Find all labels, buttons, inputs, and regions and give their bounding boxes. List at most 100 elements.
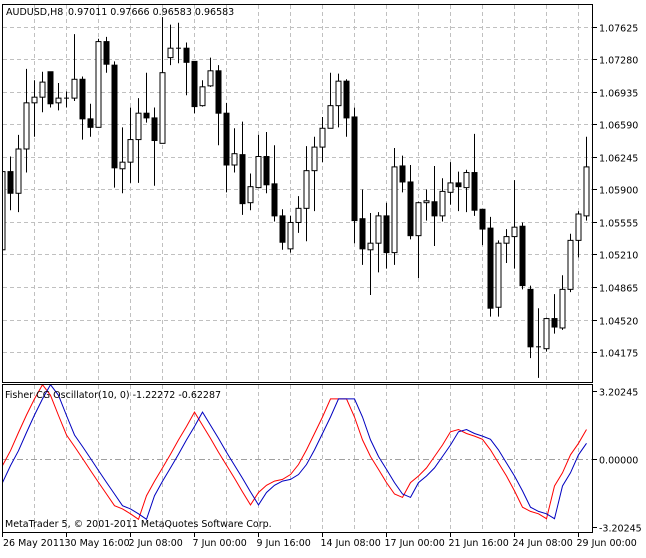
candle-body-bull	[567, 239, 574, 290]
candle-body-bull	[15, 148, 22, 194]
time-tick-label: 29 Jun 00:00	[577, 538, 637, 549]
time-tick-label: 24 Jun 08:00	[513, 538, 573, 549]
candle	[343, 79, 350, 137]
price-tick-label: 1.04865	[599, 284, 638, 295]
candle	[15, 134, 22, 213]
price-tick-label: 1.07280	[599, 56, 638, 67]
symbol-label: AUDUSD,H8	[6, 7, 63, 18]
candle	[503, 229, 510, 263]
candle	[111, 61, 118, 188]
candle-body-bull	[231, 153, 238, 166]
fisher-line	[3, 385, 587, 521]
candle	[575, 211, 582, 258]
candle-body-bull	[543, 318, 550, 350]
candle-body-bull	[207, 70, 214, 87]
candle-body-bull	[327, 105, 334, 129]
candle-body-bear	[551, 318, 558, 328]
candle	[176, 22, 181, 64]
candle-body-bull	[559, 288, 566, 329]
candle	[239, 121, 246, 215]
candle-body-bear	[87, 118, 94, 128]
candle	[55, 83, 62, 111]
time-tick-label: 17 Jun 00:00	[385, 538, 445, 549]
candle	[511, 180, 518, 269]
candle	[119, 127, 126, 194]
candle	[471, 133, 478, 216]
candle-body-bull	[135, 112, 142, 141]
time-tick-label: 26 May 2011	[3, 538, 65, 549]
candle	[295, 196, 302, 233]
candle	[519, 222, 526, 290]
candle-body-bear	[215, 70, 222, 114]
time-tick-label: 30 May 16:00	[65, 538, 130, 549]
candle	[407, 165, 414, 240]
candle	[536, 308, 541, 378]
candle	[255, 134, 262, 189]
candle-body-bear	[399, 165, 406, 183]
time-tick-label: 9 Jun 16:00	[257, 538, 311, 549]
candle	[135, 98, 142, 183]
candle	[159, 17, 166, 144]
price-tick-label: 1.07625	[599, 24, 638, 35]
candle	[391, 148, 398, 265]
candle-body-bull	[31, 96, 38, 104]
price-tick-label: 1.05555	[599, 219, 638, 230]
candle-body-bear	[279, 215, 286, 243]
candle	[311, 136, 318, 212]
candle	[191, 60, 198, 114]
main-pane-border	[2, 4, 593, 383]
price-tick-label: 1.06935	[599, 89, 638, 100]
trading-chart[interactable]: 1.07625 1.07280 1.06935 1.06590 1.06245 1.059…	[0, 0, 646, 554]
candle-body-bear	[143, 112, 150, 119]
grid-lines	[3, 5, 592, 532]
time-tick-label: 7 Jun 00:00	[193, 538, 247, 549]
osc-tick-label: 3.20245	[599, 388, 638, 399]
candle-body-bear	[263, 156, 270, 186]
candle	[215, 65, 222, 146]
candle	[431, 165, 438, 247]
candle-body-bull	[199, 86, 206, 107]
candle-body-bear	[223, 112, 230, 166]
candle-body-bear	[455, 182, 462, 188]
osc-tick-label: 0.00000	[599, 456, 638, 467]
price-tick-label: 1.05210	[599, 251, 638, 262]
candle-body-bull	[159, 72, 166, 144]
candle-body-bear	[271, 183, 278, 217]
candle	[95, 38, 102, 128]
candle	[415, 201, 422, 279]
candle-body-bull	[575, 213, 582, 241]
candle	[463, 169, 470, 213]
candle-body-bull	[583, 166, 590, 217]
candle	[87, 103, 94, 137]
candle-body-bull	[511, 226, 518, 238]
candle	[287, 215, 294, 253]
candle	[487, 216, 494, 317]
candle-body-bear	[519, 225, 526, 287]
candle-body-bull	[463, 172, 470, 189]
candle	[79, 76, 86, 140]
candle-body-bull	[503, 236, 510, 244]
candle-body-bear	[103, 41, 110, 65]
candle-body-bull	[247, 186, 254, 204]
candle	[447, 162, 454, 205]
candle-body-bear	[359, 218, 366, 250]
candle-body-bull	[367, 242, 374, 251]
time-tick-label: 21 Jun 16:00	[449, 538, 509, 549]
candle-body-bear	[47, 71, 54, 105]
candle	[47, 71, 54, 108]
candle	[127, 107, 134, 183]
candle-body-bear	[151, 117, 158, 142]
candle	[423, 189, 430, 221]
candle-body-bull	[375, 215, 382, 244]
price-tick-label: 1.06590	[599, 121, 638, 132]
candle-body-bear	[183, 47, 190, 63]
candle-body-bear	[431, 201, 438, 217]
candle	[495, 240, 502, 317]
candle	[583, 136, 590, 221]
price-tick-label: 1.05900	[599, 186, 638, 197]
candle	[64, 91, 69, 108]
candle-body-bear	[239, 154, 246, 205]
candle	[455, 171, 462, 212]
price-tick-label: 1.04520	[599, 317, 638, 328]
price-tick-label: 1.06245	[599, 154, 638, 165]
